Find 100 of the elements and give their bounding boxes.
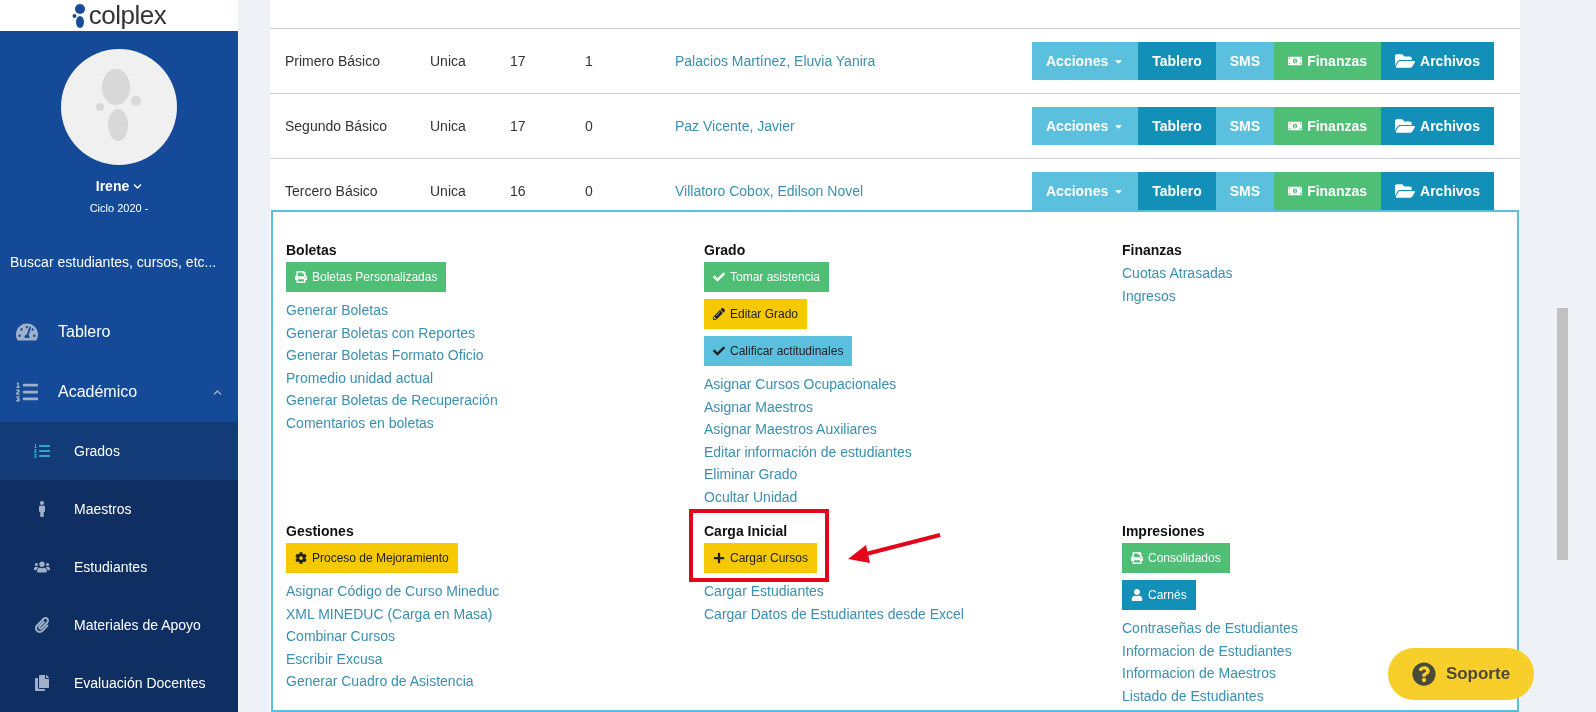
group-icon [34,559,50,575]
submenu-item[interactable]: Evaluación Docentes [0,654,238,712]
action-link[interactable]: Generar Boletas de Recuperación [286,389,498,412]
section-title: Finanzas [1122,242,1182,258]
print-icon [1131,552,1143,564]
action-button[interactable]: Consolidados [1122,543,1230,573]
action-button[interactable]: Cargar Cursos [704,543,818,573]
row-action-button[interactable]: SMS [1215,172,1275,210]
help-icon [1411,662,1436,686]
action-link[interactable]: Promedio unidad actual [286,366,434,389]
menu-item[interactable]: Tablero [0,302,238,362]
logo-icon [71,2,86,29]
action-link[interactable]: Asignar Cursos Ocupacionales [704,373,897,396]
row-action-button[interactable]: Acciones [1032,172,1139,210]
banknote-icon [1288,184,1303,198]
table-cell-text: 0 [585,118,594,134]
plus-icon [713,552,725,564]
table-cell-text: Unica [430,53,467,69]
row-action-button[interactable]: Tablero [1138,172,1216,210]
submenu-item[interactable]: Estudiantes [0,538,238,596]
table-cell-text: 17 [510,118,527,134]
section-title: Gestiones [286,523,354,539]
gear-icon [295,552,307,564]
row-action-button[interactable]: Tablero [1138,107,1216,145]
paperclip-icon [34,617,50,633]
row-action-button[interactable]: SMS [1215,42,1275,80]
action-link[interactable]: Informacion de Estudiantes [1122,639,1292,662]
row-action-button[interactable]: Archivos [1381,107,1494,145]
action-link[interactable]: XML MINEDUC (Carga en Masa) [286,602,493,625]
action-link[interactable]: Escribir Excusa [286,647,383,670]
action-link[interactable]: Eliminar Grado [704,463,798,486]
table-cell-text: Unica [430,118,467,134]
user-icon [1131,589,1143,601]
action-link[interactable]: Cargar Estudiantes [704,580,824,603]
check-icon [713,345,725,357]
print-icon [295,271,307,283]
banknote-icon [1288,54,1303,68]
submenu-item[interactable]: Maestros [0,480,238,538]
row-action-button[interactable]: Archivos [1381,42,1494,80]
chevron-down-icon [133,181,143,191]
action-button[interactable]: Proceso de Mejoramiento [286,543,458,573]
action-link[interactable]: Asignar Código de Curso Mineduc [286,580,500,603]
action-link[interactable]: Combinar Cursos [286,625,395,648]
action-link[interactable]: Listado de Estudiantes [1122,684,1264,707]
table-cell-text: 0 [585,183,594,199]
section-title: Grado [704,242,746,258]
table-cell-text: Tercero Básico [285,183,379,199]
action-link[interactable]: Asignar Maestros Auxiliares [704,418,877,441]
row-action-button[interactable]: Finanzas [1274,107,1382,145]
row-action-button[interactable]: Acciones [1032,107,1139,145]
chevron-up-icon [213,387,222,397]
action-link[interactable]: Editar información de estudiantes [704,440,912,463]
table-cell-text: 1 [585,53,594,69]
action-button[interactable]: Carnés [1122,580,1196,610]
action-link[interactable]: Informacion de Maestros [1122,662,1277,685]
submenu-item[interactable]: Grados [0,422,238,480]
table-cell-text: 17 [510,53,527,69]
action-button[interactable]: Tomar asistencia [704,262,830,292]
table-cell-text: Primero Básico [285,53,381,69]
section-title: Boletas [286,242,337,258]
teacher-link[interactable]: Paz Vicente, Javier [675,118,1032,134]
search-field[interactable]: Buscar estudiantes, cursos, etc... [0,244,238,280]
row-action-button[interactable]: Acciones [1032,42,1139,80]
row-action-button[interactable]: SMS [1215,107,1275,145]
row-action-button[interactable]: Tablero [1138,42,1216,80]
folder-icon [1395,51,1416,71]
action-link[interactable]: Generar Cuadro de Asistencia [286,670,474,693]
gauge-icon [16,321,38,343]
teacher-link[interactable]: Villatoro Cobox, Edilson Novel [675,183,1032,199]
cycle-label: Ciclo 2020 - [89,202,149,214]
section-title: Impresiones [1122,523,1205,539]
folder-icon [1395,116,1416,136]
action-button[interactable]: Editar Grado [704,299,808,329]
action-link[interactable]: Asignar Maestros [704,395,813,418]
action-link[interactable]: Ingresos [1122,284,1176,307]
support-button[interactable]: Soporte [1388,648,1534,700]
logo-text: colplex [88,0,167,31]
table-cell-text: Unica [430,183,467,199]
table-cell-text: Segundo Básico [285,118,388,134]
action-button[interactable]: Calificar actitudinales [704,336,853,366]
action-link[interactable]: Generar Boletas con Reportes [286,321,476,344]
menu-item[interactable]: Académico [0,362,238,422]
teacher-link[interactable]: Palacios Martínez, Eluvia Yanira [675,53,1032,69]
action-link[interactable]: Generar Boletas [286,299,388,322]
user-menu[interactable]: Irene [95,178,143,194]
action-link[interactable]: Ocultar Unidad [704,485,798,508]
row-action-button[interactable]: Archivos [1381,172,1494,210]
action-link[interactable]: Generar Boletas Formato Oficio [286,344,484,367]
submenu-item[interactable]: Materiales de Apoyo [0,596,238,654]
action-link[interactable]: Cargar Datos de Estudiantes desde Excel [704,602,964,625]
action-link[interactable]: Comentarios en boletas [286,411,434,434]
scrollbar-thumb[interactable] [1557,308,1568,560]
row-action-button[interactable]: Finanzas [1274,172,1382,210]
action-button[interactable]: Boletas Personalizadas [286,262,447,292]
action-link[interactable]: Contraseñas de Estudiantes [1122,617,1298,640]
action-link[interactable]: Cuotas Atrasadas [1122,262,1233,285]
row-action-button[interactable]: Finanzas [1274,42,1382,80]
table-cell-text: 16 [510,183,527,199]
documents-icon [34,675,50,691]
pencil-icon [713,308,725,320]
